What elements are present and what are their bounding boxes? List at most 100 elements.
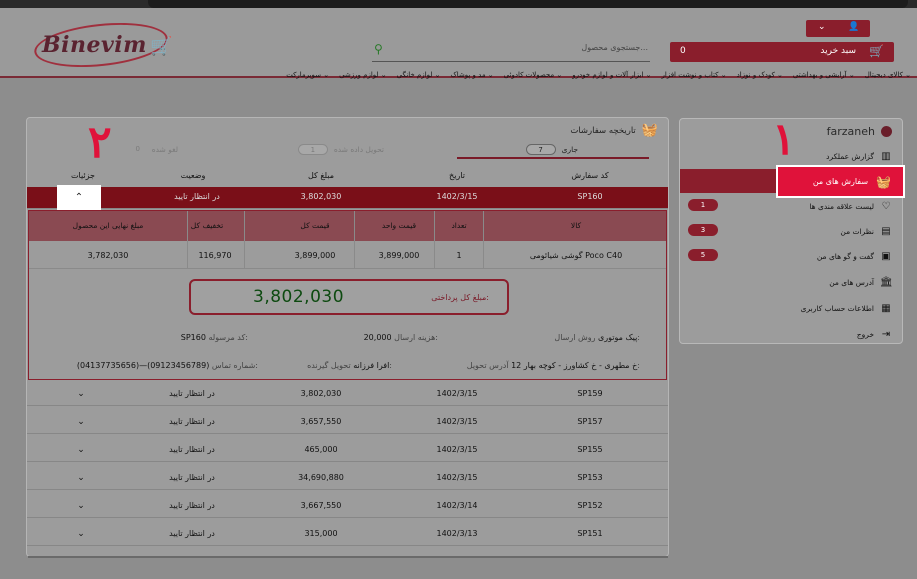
order-date: 1402/3/13	[436, 529, 478, 538]
details-table-header: کالا تعداد قیمت واحد قیمت کل تخفیف کل مب…	[29, 211, 666, 241]
order-total: 315,000	[304, 529, 338, 538]
chart-icon: ▥	[881, 150, 891, 162]
pay-label: مبلغ کل پرداختی:	[431, 293, 489, 302]
search-input[interactable]: ⚲ جستجوی محصول...	[372, 40, 650, 62]
search-icon[interactable]: ⚲	[374, 42, 383, 56]
table-row-active[interactable]: SP160 1402/3/15 3,802,030 در انتظار تایی…	[27, 187, 668, 209]
category-nav: کالای دیجیتال آرایشی و بهداشتی کودک و نو…	[286, 71, 911, 79]
shipping-method-value: پیک موتوری	[598, 333, 638, 342]
chevron-down-icon[interactable]: ⌄	[77, 389, 85, 399]
shipping-cost-value: 20,000	[363, 333, 392, 342]
comments-badge: 3	[688, 224, 718, 236]
heart-icon: ♡	[881, 200, 891, 212]
phone-value: (04137735656)—(09123456789)	[76, 361, 210, 370]
tab-label: جاری	[561, 145, 578, 154]
order-status: در انتظار تایید	[169, 529, 215, 538]
chevron-down-icon[interactable]: ⌄	[77, 417, 85, 427]
tab-count: 0	[135, 145, 140, 153]
chat-icon: ▣	[881, 250, 891, 262]
chevron-down-icon[interactable]: ⌄	[77, 501, 85, 511]
sidebar-item-label: لیست علاقه مندی ها	[809, 201, 874, 211]
browser-top-bar	[0, 0, 917, 8]
order-code: SP159	[577, 389, 603, 398]
nav-item[interactable]: مد و پوشاک	[450, 71, 493, 79]
sidebar-item-my-orders[interactable]: 🧺 سفارش های من	[776, 165, 905, 198]
column-header: کد سفارش	[571, 171, 609, 180]
chevron-down-icon[interactable]: ⌄	[77, 473, 85, 483]
shipping-cost-label: هزینه ارسال:	[394, 333, 438, 342]
basket-icon: 🧺	[641, 123, 658, 138]
sidebar-item-account[interactable]: ▦ اطلاعات حساب کاربری	[682, 299, 892, 317]
order-status: در انتظار تایید	[169, 389, 215, 398]
annotation-marker-2: ۲	[88, 117, 112, 168]
order-status: در انتظار تایید	[169, 473, 215, 482]
product-name[interactable]: گوشی شیائومی Poco C40	[530, 251, 622, 260]
cart-count: 0	[680, 46, 686, 56]
receiver: افرا فرزانه تحویل گیرنده:	[307, 361, 392, 370]
table-row[interactable]: SP157 1402/3/15 3,657,550 در انتظار تایی…	[27, 412, 668, 434]
order-code: SP155	[577, 445, 603, 454]
column-header: قیمت واحد	[381, 221, 417, 230]
cart-label: سبد خرید	[820, 46, 856, 56]
column-header: تاریخ	[449, 171, 465, 180]
details-row: گوشی شیائومی Poco C40 1 3,899,000 3,899,…	[29, 241, 666, 269]
phone-label: شماره تماس:	[211, 361, 258, 370]
sidebar-item-comments[interactable]: ▤ نظرات من 3	[682, 222, 892, 240]
order-status: در انتظار تایید	[174, 192, 220, 201]
table-row[interactable]: SP152 1402/3/14 3,667,550 در انتظار تایی…	[27, 496, 668, 518]
tab-current[interactable]: جاری 7	[525, 144, 578, 155]
nav-item[interactable]: ابزار آلات و لوازم خودرو	[572, 71, 651, 79]
annotation-marker-1: ۱	[772, 114, 796, 165]
sidebar-item-logout[interactable]: ⇥ خروج	[682, 325, 892, 343]
site-logo[interactable]: Binevim 🛒	[32, 17, 172, 73]
order-total: 3,657,550	[300, 417, 342, 426]
nav-item[interactable]: لوازم خانگی	[397, 71, 441, 79]
table-row[interactable]: SP155 1402/3/15 465,000 در انتظار تایید …	[27, 440, 668, 462]
sidebar-item-label: خروج	[856, 329, 874, 339]
order-date: 1402/3/15	[436, 417, 478, 426]
order-code: SP157	[577, 417, 603, 426]
shipping-cost: 20,000 هزینه ارسال:	[364, 333, 438, 342]
sidebar-item-wishlist[interactable]: ♡ لیست علاقه مندی ها 1	[682, 197, 892, 215]
nav-item[interactable]: کودک و نوزاد	[737, 71, 783, 79]
sidebar-item-label: سفارش های من	[812, 177, 869, 186]
order-total: 3,667,550	[300, 501, 342, 510]
sidebar-item-addresses[interactable]: 🏛 آدرس های من	[682, 273, 893, 291]
table-row[interactable]: SP151 1402/3/13 315,000 در انتظار تایید …	[27, 524, 668, 546]
nav-item[interactable]: آرایشی و بهداشتی	[793, 71, 855, 79]
chats-badge: 5	[688, 249, 718, 261]
top-notch	[148, 0, 908, 8]
nav-item[interactable]: کالای دیجیتال	[865, 71, 911, 79]
nav-item[interactable]: لوازم ورزشی	[339, 71, 387, 79]
tab-count: 7	[525, 144, 556, 155]
tab-canceled[interactable]: لغو شده 0	[130, 144, 178, 155]
table-row[interactable]: SP159 1402/3/15 3,802,030 در انتظار تایی…	[27, 384, 668, 406]
tab-underline	[457, 157, 649, 159]
order-date: 1402/3/14	[436, 501, 478, 510]
chevron-down-icon[interactable]: ⌄	[77, 445, 85, 455]
nav-item[interactable]: کتاب و نوشت افزار	[662, 71, 727, 79]
order-date: 1402/3/15	[436, 192, 478, 201]
sidebar-item-chats[interactable]: ▣ گفت و گو های من 5	[682, 247, 892, 265]
user-menu-button[interactable]: ⌄ 👤	[806, 20, 870, 37]
order-date: 1402/3/15	[436, 389, 478, 398]
order-code: SP152	[577, 501, 603, 510]
receiver-value: افرا فرزانه	[353, 361, 390, 370]
cart-button[interactable]: 0 سبد خرید 🛒	[670, 42, 894, 62]
table-row[interactable]: SP153 1402/3/15 34,690,880 در انتظار تای…	[27, 468, 668, 490]
tab-label: تحویل داده شده	[333, 145, 384, 154]
order-total: 3,802,030	[300, 192, 342, 201]
sidebar-item-label: اطلاعات حساب کاربری	[800, 303, 874, 313]
nav-item[interactable]: محصولات کادوئی	[504, 71, 563, 79]
nav-item[interactable]: سوپرمارکت	[286, 71, 329, 79]
column-header: قیمت کل	[300, 221, 330, 230]
tab-delivered[interactable]: تحویل داده شده 1	[297, 144, 384, 155]
chevron-down-icon[interactable]: ⌄	[77, 529, 85, 539]
orders-title: 🧺 تاریخچه سفارشات	[570, 123, 658, 138]
product-unit-price: 3,899,000	[378, 251, 420, 260]
expand-details-button[interactable]: ⌃	[57, 185, 101, 210]
order-status: در انتظار تایید	[169, 501, 215, 510]
product-qty: 1	[456, 251, 462, 260]
delivery-address: خ مطهری - خ کشاورز - کوچه بهار 12 آدرس ت…	[467, 361, 640, 370]
user-avatar-icon	[881, 126, 892, 137]
